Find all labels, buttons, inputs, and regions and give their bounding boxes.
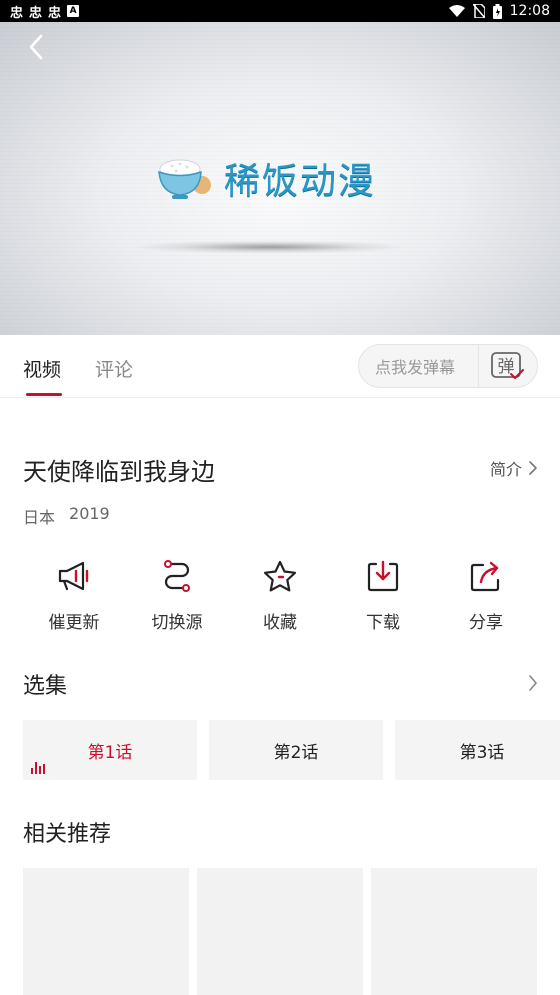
episode-label: 第3话 bbox=[459, 742, 505, 763]
detail-tab-bar: 视频 评论 点我发弹幕 弹 bbox=[0, 335, 560, 398]
share-icon bbox=[466, 556, 506, 596]
notification-icon: 忠 bbox=[48, 5, 62, 21]
chevron-right-icon bbox=[529, 675, 537, 691]
action-download[interactable]: 下载 bbox=[333, 556, 433, 633]
action-row: 催更新 切换源 收藏 下载 分享 bbox=[0, 556, 560, 636]
video-player[interactable]: 稀饭动漫 bbox=[0, 22, 560, 335]
action-label: 分享 bbox=[469, 613, 503, 633]
episode-item[interactable]: 第1话 bbox=[23, 720, 197, 780]
recommend-list bbox=[23, 868, 537, 995]
episode-item[interactable]: 第3话 bbox=[395, 720, 560, 780]
megaphone-icon bbox=[54, 556, 94, 596]
status-time: 12:08 bbox=[509, 3, 550, 19]
action-label: 下载 bbox=[366, 613, 400, 633]
tab-video[interactable]: 视频 bbox=[23, 355, 61, 382]
tab-comments[interactable]: 评论 bbox=[95, 355, 133, 382]
logo-shadow bbox=[130, 240, 410, 254]
chevron-right-icon bbox=[529, 461, 537, 475]
app-logo: 稀饭动漫 bbox=[156, 152, 376, 204]
recommend-title: 相关推荐 bbox=[23, 822, 112, 847]
recommend-card[interactable] bbox=[371, 868, 537, 995]
action-switch-source[interactable]: 切换源 bbox=[127, 556, 227, 633]
notification-icon: 忠 bbox=[10, 5, 24, 21]
recommend-card[interactable] bbox=[23, 868, 189, 995]
recommend-card[interactable] bbox=[197, 868, 363, 995]
active-tab-indicator bbox=[26, 393, 62, 396]
logo-text: 稀饭动漫 bbox=[224, 161, 377, 202]
episodes-more-button[interactable] bbox=[528, 674, 538, 696]
episodes-title: 选集 bbox=[23, 674, 68, 699]
intro-label: 简介 bbox=[489, 460, 522, 479]
back-button[interactable] bbox=[22, 32, 52, 62]
back-arrow-icon bbox=[29, 34, 43, 60]
action-share[interactable]: 分享 bbox=[436, 556, 536, 633]
show-title: 天使降临到我身边 bbox=[23, 458, 215, 486]
download-icon bbox=[363, 556, 403, 596]
status-bar: 忠 忠 忠 A 12:08 bbox=[0, 0, 560, 22]
star-icon bbox=[260, 556, 300, 596]
episode-label: 第1话 bbox=[87, 742, 133, 763]
status-system: 12:08 bbox=[448, 3, 550, 19]
switch-source-icon bbox=[157, 556, 197, 596]
show-region: 日本 bbox=[23, 508, 56, 527]
battery-icon bbox=[492, 3, 502, 19]
rice-bowl-icon bbox=[158, 159, 211, 199]
danmaku-toggle-button[interactable]: 弹 bbox=[479, 344, 537, 388]
show-meta: 日本 2019 bbox=[23, 504, 110, 528]
action-urge-update[interactable]: 催更新 bbox=[24, 556, 124, 633]
danmaku-icon: 弹 bbox=[491, 352, 524, 379]
no-sim-icon bbox=[472, 4, 485, 18]
episode-item[interactable]: 第2话 bbox=[209, 720, 383, 780]
episode-label: 第2话 bbox=[273, 742, 319, 763]
action-label: 收藏 bbox=[263, 613, 297, 633]
action-favorite[interactable]: 收藏 bbox=[230, 556, 330, 633]
action-label: 催更新 bbox=[48, 613, 100, 633]
playing-indicator-icon bbox=[31, 762, 45, 774]
show-year: 2019 bbox=[69, 504, 110, 523]
intro-link[interactable]: 简介 bbox=[490, 456, 538, 480]
app-a-icon: A bbox=[67, 5, 80, 17]
status-notifications: 忠 忠 忠 A bbox=[10, 2, 80, 21]
wifi-icon bbox=[448, 4, 465, 17]
danmaku-input[interactable]: 点我发弹幕 bbox=[359, 354, 478, 378]
episode-list: 第1话 第2话 第3话 bbox=[23, 720, 560, 780]
danmaku-box[interactable]: 点我发弹幕 弹 bbox=[358, 344, 538, 388]
action-label: 切换源 bbox=[151, 613, 203, 633]
notification-icon: 忠 bbox=[29, 5, 43, 21]
